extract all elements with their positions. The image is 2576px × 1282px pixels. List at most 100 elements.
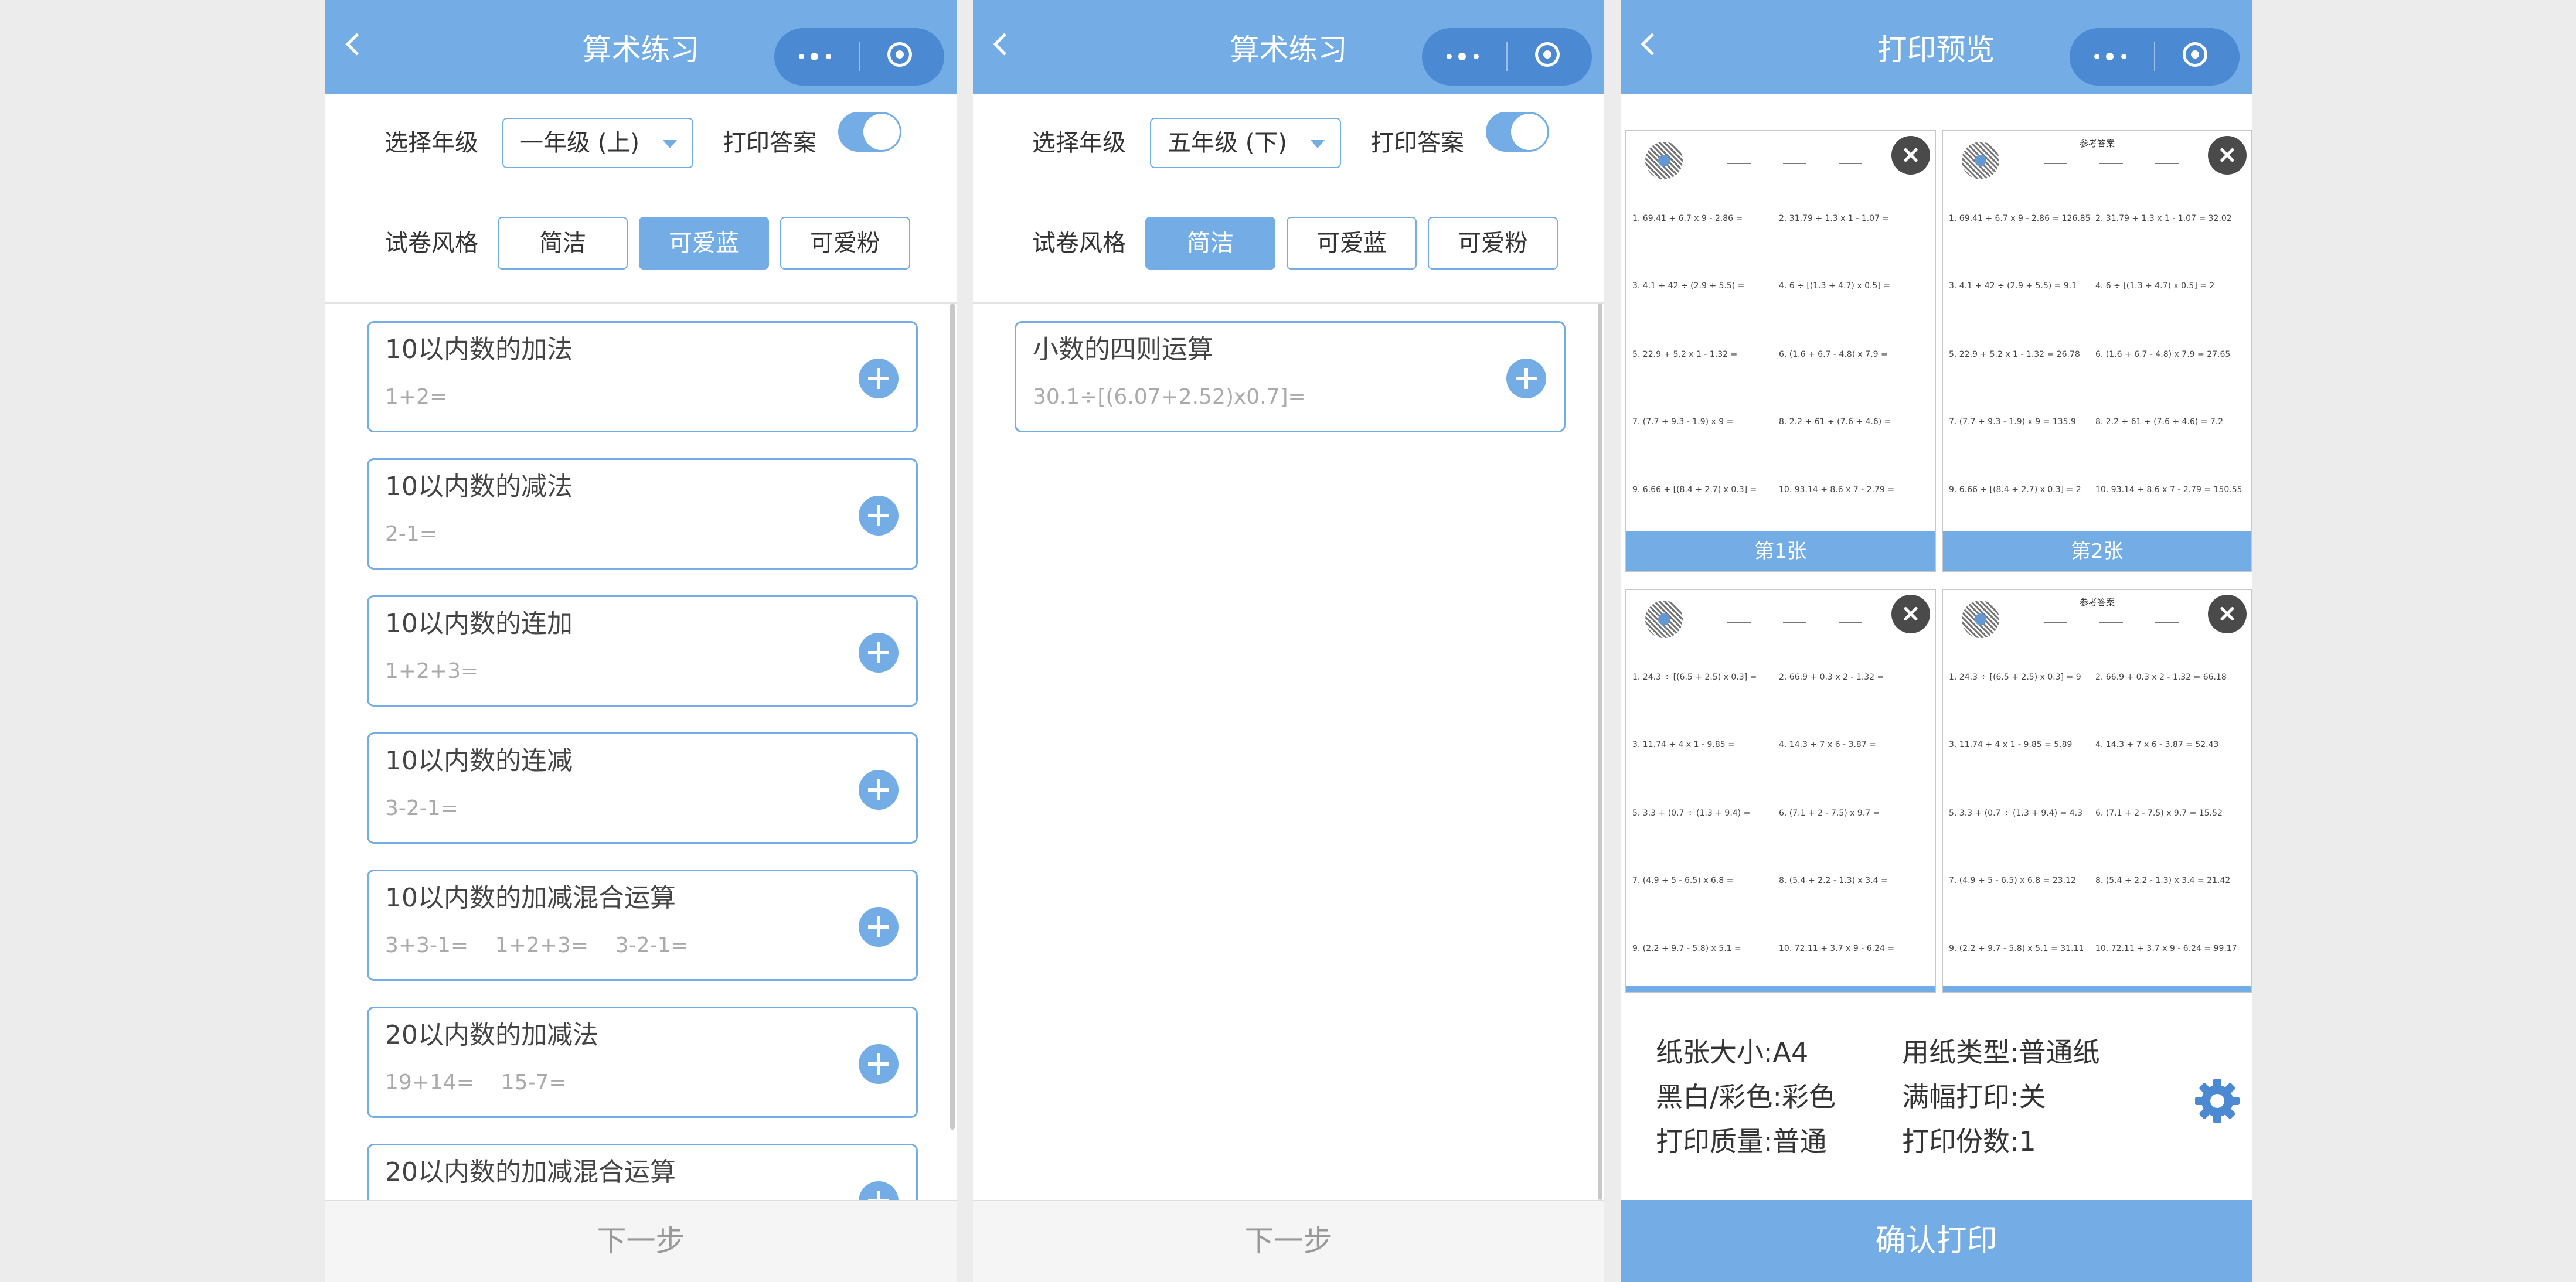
close-icon[interactable] — [1891, 136, 1930, 175]
item-title: 10以内数的加减混合运算 — [385, 883, 676, 913]
style-label: 试卷风格 — [1032, 230, 1126, 257]
question-text: 8. (5.4 + 2.2 - 1.3) x 3.4 = — [1779, 876, 1888, 885]
question-text: 3. 4.1 + 42 ÷ (2.9 + 5.5) = — [1632, 281, 1745, 291]
sheet-header: 参考答案 — [1943, 590, 2251, 649]
sheet-header — [1626, 590, 1935, 649]
paper-size: 纸张大小:A4 — [1656, 1036, 1809, 1068]
question-text: 10. 93.14 + 8.6 x 7 - 2.79 = — [1779, 485, 1895, 495]
answer-sheet-title: 参考答案 — [2079, 138, 2115, 149]
capsule-divider — [859, 42, 860, 71]
item-example: 3+3-1= 1+2+3= 3-2-1= — [385, 933, 689, 957]
item-title: 10以内数的减法 — [385, 472, 573, 502]
target-icon[interactable] — [2183, 42, 2207, 67]
preview-sheet[interactable]: 参考答案 1. 69.41 + 6.7 x 9 - 2.86 = 126.85 2.… — [1942, 130, 2252, 572]
close-icon[interactable] — [2208, 595, 2247, 633]
preview-sheet[interactable]: 1. 69.41 + 6.7 x 9 - 2.86 = 2. 31.79 + 1.… — [1625, 130, 1936, 572]
answer-sheet-title: 参考答案 — [2079, 597, 2115, 608]
plus-icon[interactable] — [859, 770, 899, 810]
style-simple-button[interactable]: 简洁 — [1145, 217, 1275, 270]
next-step-button[interactable]: 下一步 — [973, 1200, 1604, 1282]
plus-icon[interactable] — [859, 359, 899, 398]
plus-icon[interactable] — [859, 496, 899, 536]
plus-icon[interactable] — [859, 907, 899, 947]
list-item[interactable]: 小数的四则运算 30.1÷[(6.07+2.52)x0.7]= — [1015, 321, 1566, 432]
question-text: 7. (4.9 + 5 - 6.5) x 6.8 = — [1632, 876, 1734, 885]
plus-icon[interactable] — [859, 1181, 899, 1200]
paper-type: 用纸类型:普通纸 — [1902, 1036, 2100, 1068]
question-text: 1. 69.41 + 6.7 x 9 - 2.86 = — [1632, 214, 1743, 223]
next-step-button[interactable]: 下一步 — [325, 1200, 957, 1282]
print-answer-toggle[interactable] — [1486, 112, 1549, 152]
list-item[interactable]: 10以内数的加法 1+2= — [367, 321, 918, 432]
gear-icon[interactable] — [2193, 1076, 2242, 1126]
item-example: 1+2+3= — [385, 659, 479, 683]
style-cute-blue-button[interactable]: 可爱蓝 — [1287, 217, 1417, 270]
grade-label: 选择年级 — [1032, 129, 1126, 156]
more-icon[interactable] — [2093, 50, 2131, 62]
question-text: 8. 2.2 + 61 ÷ (7.6 + 4.6) = — [1779, 417, 1891, 427]
list-item[interactable]: 10以内数的减法 2-1= — [367, 458, 918, 570]
question-text: 2. 31.79 + 1.3 x 1 - 1.07 = 32.02 — [2095, 214, 2232, 223]
grade-select[interactable]: 一年级 (上) — [502, 118, 693, 168]
target-icon[interactable] — [887, 42, 912, 67]
question-text: 4. 14.3 + 7 x 6 - 3.87 = — [1779, 740, 1876, 749]
sheet-label — [1626, 986, 1935, 992]
question-text: 8. 2.2 + 61 ÷ (7.6 + 4.6) = 7.2 — [2095, 417, 2224, 427]
style-label: 试卷风格 — [384, 230, 478, 257]
item-example: 19+14= 15-7= — [385, 1070, 567, 1095]
color-mode: 黑白/彩色:彩色 — [1656, 1081, 1836, 1113]
qr-code-icon — [1645, 142, 1683, 179]
item-title: 20以内数的加减混合运算 — [385, 1157, 676, 1187]
question-text: 4. 6 ÷ [(1.3 + 4.7) x 0.5] = 2 — [2095, 281, 2215, 291]
list-item[interactable]: 10以内数的连加 1+2+3= — [367, 595, 918, 707]
close-icon[interactable] — [1891, 595, 1930, 633]
close-icon[interactable] — [2208, 136, 2247, 175]
scrollbar[interactable] — [950, 304, 955, 1130]
plus-icon[interactable] — [859, 1044, 899, 1084]
print-answer-label: 打印答案 — [1370, 129, 1464, 156]
question-text: 4. 6 ÷ [(1.3 + 4.7) x 0.5] = — [1779, 281, 1890, 291]
question-text: 10. 93.14 + 8.6 x 7 - 2.79 = 150.55 — [2095, 485, 2242, 495]
toggle-knob — [1511, 114, 1547, 150]
print-preview-screen: 打印预览 1. 69.41 + 6.7 x 9 - 2.86 = 2. 31.79… — [1621, 0, 2252, 1282]
target-icon[interactable] — [1535, 42, 1560, 67]
print-answer-toggle[interactable] — [838, 112, 901, 152]
plus-icon[interactable] — [1506, 359, 1546, 398]
arithmetic-practice-screen-grade1: 算术练习 选择年级 一年级 (上) 打印答案 试卷风格 简洁 可爱蓝 可爱粉 1… — [325, 0, 957, 1282]
capsule-divider — [1506, 42, 1508, 71]
more-icon[interactable] — [798, 50, 835, 62]
arithmetic-practice-screen-grade5: 算术练习 选择年级 五年级 (下) 打印答案 试卷风格 简洁 可爱蓝 可爱粉 小… — [973, 0, 1604, 1282]
question-text: 1. 24.3 ÷ [(6.5 + 2.5) x 0.3] = — [1632, 673, 1757, 682]
confirm-print-button[interactable]: 确认打印 — [1621, 1200, 2252, 1282]
question-text: 5. 22.9 + 5.2 x 1 - 1.32 = — [1632, 350, 1738, 359]
question-text: 3. 11.74 + 4 x 1 - 9.85 = 5.89 — [1949, 740, 2073, 749]
item-example: 3-2-1= — [385, 796, 458, 820]
list-item[interactable]: 10以内数的加减混合运算 3+3-1= 1+2+3= 3-2-1= — [367, 870, 918, 981]
preview-sheet[interactable]: 参考答案 1. 24.3 ÷ [(6.5 + 2.5) x 0.3] = 9 2. … — [1942, 589, 2252, 993]
style-cute-blue-button[interactable]: 可爱蓝 — [639, 217, 769, 270]
question-text: 10. 72.11 + 3.7 x 9 - 6.24 = 99.17 — [2095, 944, 2237, 953]
style-simple-button[interactable]: 简洁 — [498, 217, 628, 270]
question-text: 6. (1.6 + 6.7 - 4.8) x 7.9 = — [1779, 350, 1888, 359]
preview-sheet[interactable]: 1. 24.3 ÷ [(6.5 + 2.5) x 0.3] = 2. 66.9 +… — [1625, 589, 1936, 993]
question-text: 3. 11.74 + 4 x 1 - 9.85 = — [1632, 740, 1735, 749]
list-item[interactable]: 20以内数的加减混合运算 — [367, 1144, 918, 1200]
sheet-label — [1943, 986, 2251, 992]
mini-program-capsule — [2070, 28, 2240, 86]
question-text: 7. (4.9 + 5 - 6.5) x 6.8 = 23.12 — [1949, 876, 2076, 885]
question-text: 8. (5.4 + 2.2 - 1.3) x 3.4 = 21.42 — [2095, 876, 2231, 885]
toggle-knob — [863, 114, 900, 150]
sheet-label: 第1张 — [1626, 531, 1935, 571]
more-icon[interactable] — [1445, 50, 1483, 62]
question-text: 6. (1.6 + 6.7 - 4.8) x 7.9 = 27.65 — [2095, 350, 2231, 359]
question-text: 7. (7.7 + 9.3 - 1.9) x 9 = — [1632, 417, 1734, 427]
list-item[interactable]: 20以内数的加减法 19+14= 15-7= — [367, 1007, 918, 1118]
list-item[interactable]: 10以内数的连减 3-2-1= — [367, 732, 918, 844]
plus-icon[interactable] — [859, 633, 899, 673]
question-text: 2. 66.9 + 0.3 x 2 - 1.32 = — [1779, 673, 1884, 682]
grade-select[interactable]: 五年级 (下) — [1150, 118, 1341, 168]
style-cute-pink-button[interactable]: 可爱粉 — [1428, 217, 1558, 270]
style-cute-pink-button[interactable]: 可爱粉 — [780, 217, 910, 270]
question-text: 2. 31.79 + 1.3 x 1 - 1.07 = — [1779, 214, 1890, 223]
scrollbar[interactable] — [1598, 304, 1602, 1200]
